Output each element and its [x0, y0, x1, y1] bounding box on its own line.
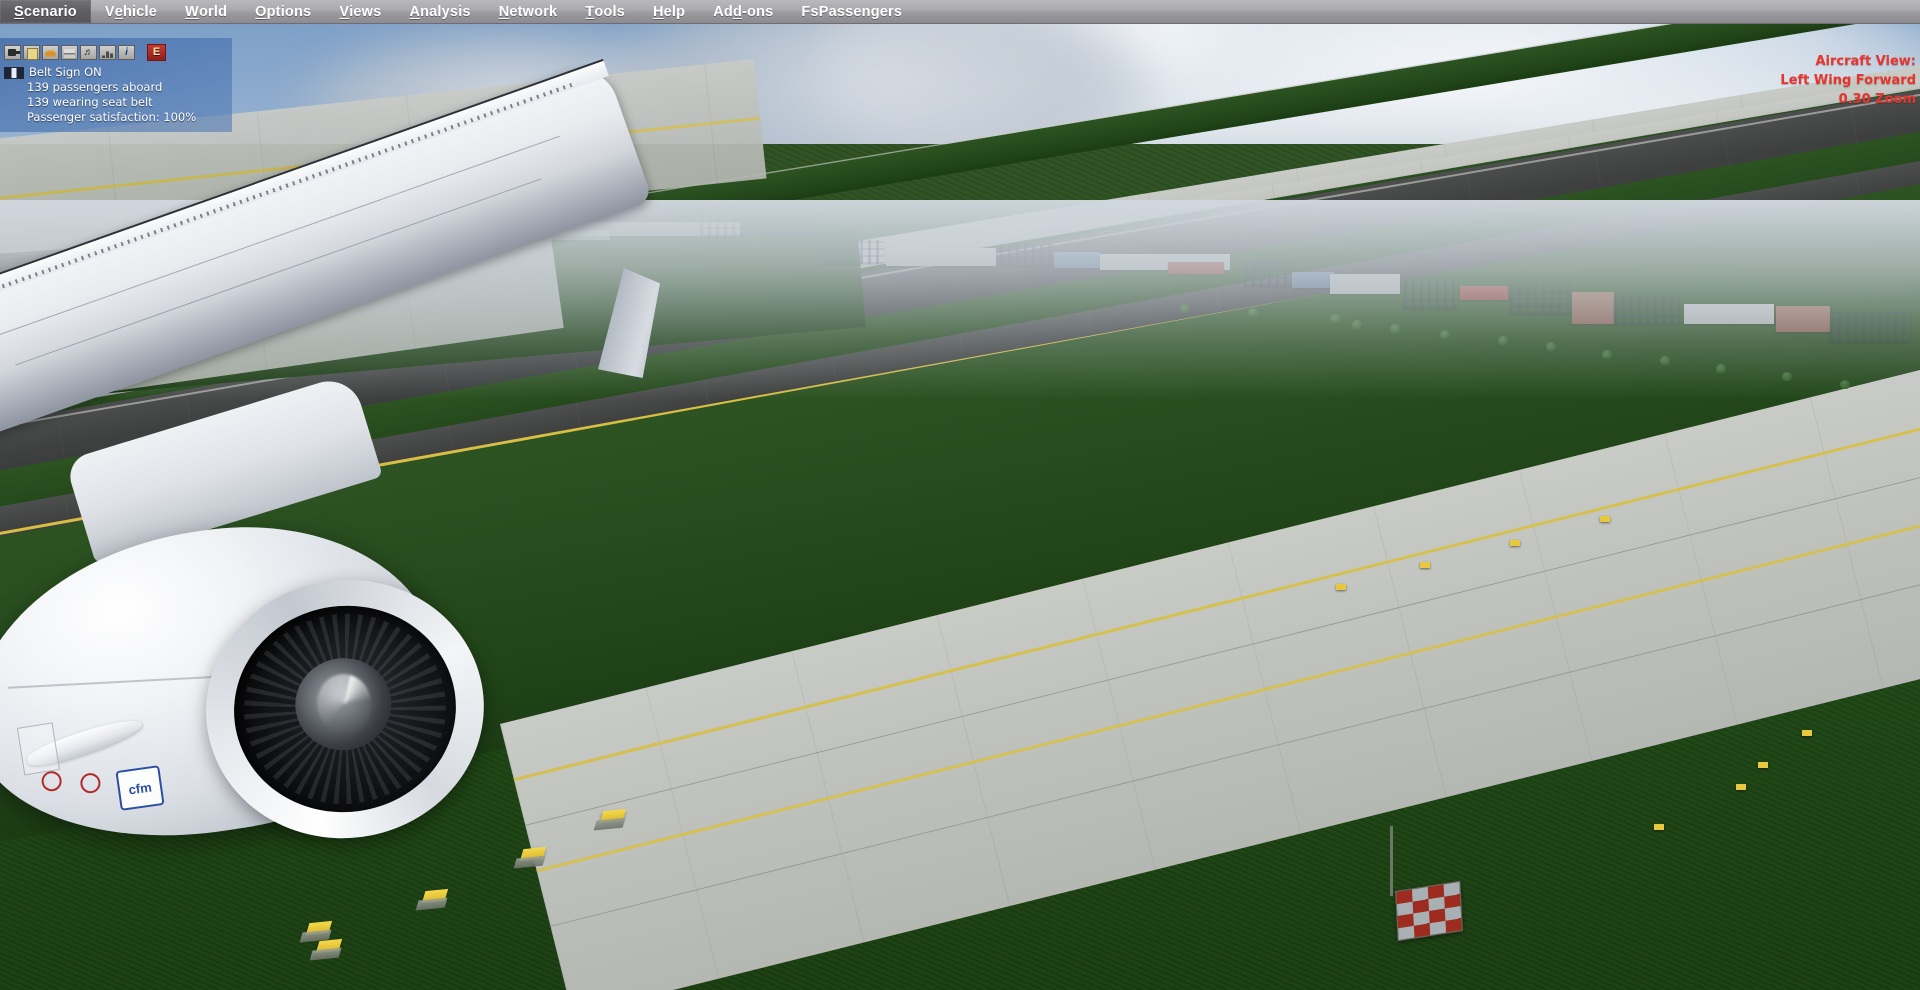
menu-item-help[interactable]: Help [639, 0, 699, 23]
seat-belt-count-label: 139 wearing seat belt [27, 95, 153, 109]
menu-item-options[interactable]: Options [241, 0, 325, 23]
far-hangar [520, 230, 610, 240]
hangar-building [1054, 252, 1100, 268]
checkerboard-marker [1395, 880, 1463, 942]
menu-item-scenario[interactable]: Scenario [0, 0, 91, 23]
taxiway-light [415, 888, 449, 911]
view-info-line-3: 0.30 Zoom [1838, 92, 1916, 107]
office-building [1614, 296, 1680, 324]
taxiway-light [513, 846, 547, 869]
belt-sign-label: Belt Sign ON [29, 65, 102, 79]
simulator-viewport[interactable]: cfm ♬iE Belt Sign ON 139 passengers ab [0, 24, 1920, 990]
tree [1180, 304, 1190, 313]
runway-edge-light [1654, 824, 1664, 830]
info-icon[interactable]: i [118, 45, 135, 60]
taxiway-light [309, 938, 343, 961]
meal-service-icon[interactable] [42, 45, 59, 60]
tree [1352, 320, 1362, 329]
view-info-overlay: Aircraft View: Left Wing Forward 0.30 Zo… [1780, 52, 1916, 109]
runway-edge-light [1420, 562, 1430, 568]
statistics-icon[interactable] [99, 45, 116, 60]
office-building [1244, 260, 1292, 286]
tree [1546, 342, 1556, 351]
runway-edge-light [1600, 516, 1610, 522]
view-info-line-2: Left Wing Forward [1780, 73, 1916, 88]
tree [1660, 356, 1670, 365]
logbook-icon[interactable] [23, 45, 40, 60]
tree [1602, 350, 1612, 359]
fspassengers-status: Belt Sign ON 139 passengers aboard 139 w… [0, 64, 232, 125]
warehouse-building [1460, 286, 1508, 300]
passenger-satisfaction-label: Passenger satisfaction: 100% [27, 110, 197, 124]
tree [1390, 324, 1400, 333]
taxiway-light [299, 920, 333, 943]
menu-item-tools[interactable]: Tools [571, 0, 639, 23]
runway-edge-light [1802, 730, 1812, 736]
warehouse-building [1684, 304, 1774, 324]
belt-sign-toggle-icon[interactable] [4, 66, 24, 79]
music-note-icon[interactable]: ♬ [80, 45, 97, 60]
flight-simulator-window: Scenario Ve hicle World Options Views Analysis… [0, 0, 1920, 990]
office-building [1510, 284, 1570, 314]
office-building [1776, 306, 1830, 332]
runway-edge-light [1510, 540, 1520, 546]
tree [1498, 336, 1508, 345]
fspassengers-toolbar[interactable]: ♬ i E [0, 42, 232, 64]
runway-edge-light [1736, 784, 1746, 790]
terminal-building [886, 248, 996, 266]
office-building [1292, 272, 1334, 288]
info-icon-glyph: i [125, 46, 128, 58]
tree [1782, 372, 1792, 381]
menu-item-analysis[interactable]: Analysis [395, 0, 484, 23]
tree [1248, 308, 1258, 317]
seat-belt-sign-icon[interactable] [61, 45, 78, 60]
marker-pole [1390, 826, 1393, 896]
menu-item-add-ons[interactable]: Ad d -ons [699, 0, 787, 23]
menu-item-views[interactable]: Views [325, 0, 395, 23]
view-info-line-1: Aircraft View: [1815, 54, 1916, 69]
tree [1716, 364, 1726, 373]
camera-icon[interactable] [4, 45, 21, 60]
far-terminal [700, 214, 820, 236]
fspassengers-panel[interactable]: ♬ i E Belt Sign ON 139 passengers aboard 1… [0, 38, 232, 132]
office-building [1572, 292, 1614, 324]
menu-item-network[interactable]: Network [485, 0, 572, 23]
terminal-building [1000, 244, 1054, 266]
emergency-icon-glyph: E [152, 46, 161, 58]
passengers-aboard-label: 139 passengers aboard [27, 80, 163, 94]
office-building [1830, 312, 1910, 342]
emergency-icon[interactable]: E [147, 44, 166, 61]
hangar-building [1168, 262, 1224, 274]
tree [1440, 330, 1450, 339]
office-building [1330, 274, 1400, 294]
taxiway-light [593, 808, 627, 831]
office-building [1404, 280, 1458, 308]
menu-bar: Scenario Ve hicle World Options Views Analysis… [0, 0, 1920, 24]
menu-item-world[interactable]: World [171, 0, 241, 23]
terminal-building [820, 240, 884, 264]
runway-edge-light [1758, 762, 1768, 768]
tree [1330, 314, 1340, 323]
tree [1840, 380, 1850, 389]
belt-sign-row: Belt Sign ON [4, 65, 232, 80]
menu-item-vehicle[interactable]: Ve hicle [91, 0, 171, 23]
music-note-icon-glyph: ♬ [83, 46, 94, 58]
runway-edge-light [1336, 584, 1346, 590]
menu-item-fspassengers[interactable]: FsPassengers [787, 0, 916, 23]
